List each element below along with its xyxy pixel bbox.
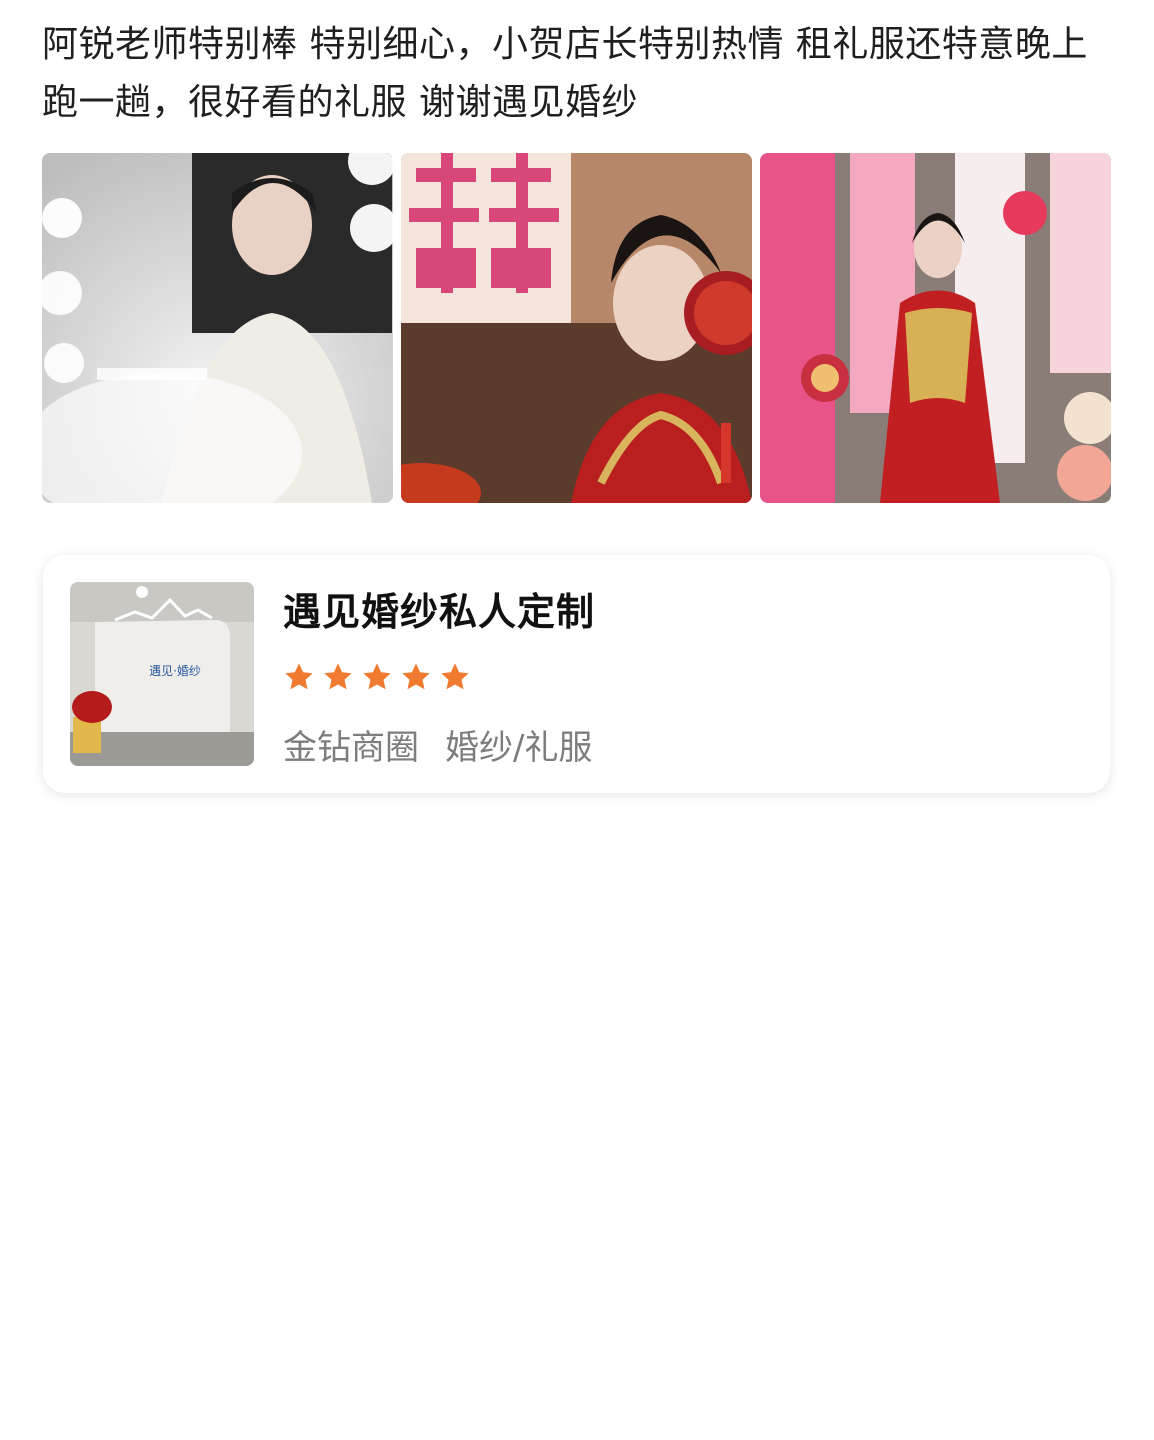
review-photo-1[interactable] (42, 153, 393, 503)
star-icon (324, 663, 352, 690)
star-icon (441, 663, 469, 690)
photo-grid (42, 153, 1111, 503)
shop-thumbnail: 遇见·婚纱 (70, 582, 254, 766)
bride-red-gown-full-image (760, 153, 1111, 503)
shop-storefront-image: 遇见·婚纱 (70, 582, 254, 766)
shop-category: 婚纱/礼服 (445, 728, 593, 768)
review-text: 阿锐老师特别棒 特别细心，小贺店长特别热情 租礼服还特意晚上跑一趟，很好看的礼服… (42, 24, 1088, 123)
shop-meta: 金钻商圈 婚纱/礼服 (283, 720, 592, 769)
bride-red-xiuhe-image (401, 153, 752, 503)
shop-area: 金钻商圈 (283, 728, 419, 768)
review-photo-2[interactable] (401, 153, 752, 503)
star-icon (285, 663, 313, 690)
shop-card[interactable]: 遇见·婚纱 遇见婚纱私人定制 金钻商圈 婚纱/礼服 (43, 555, 1110, 793)
shop-name: 遇见婚纱私人定制 (283, 590, 596, 634)
star-icon (402, 663, 430, 690)
svg-text:遇见·婚纱: 遇见·婚纱 (149, 664, 201, 678)
star-icon (363, 663, 391, 690)
rating-stars (283, 661, 471, 693)
bride-white-gown-image (42, 153, 393, 503)
review-photo-3[interactable] (760, 153, 1111, 503)
